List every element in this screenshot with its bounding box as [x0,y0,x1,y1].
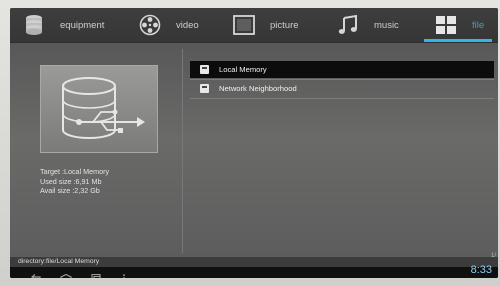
film-reel-icon [138,13,162,37]
recent-apps-icon[interactable] [90,269,102,278]
content-area: Target :Local Memory Used size :6,91 Mb … [10,43,498,257]
storage-thumbnail [40,65,158,153]
details-pane: Target :Local Memory Used size :6,91 Mb … [10,43,182,257]
home-icon[interactable] [60,269,72,278]
picture-frame-icon [232,13,256,37]
current-path: directory:file/Local Memory [18,258,100,265]
grid-icon [434,13,458,37]
tab-music[interactable]: music [336,8,399,42]
pane-divider [182,49,183,253]
path-bar: directory:file/Local Memory 1/ [10,253,498,267]
tab-video-label: video [176,19,199,31]
avail-size-text: Avail size :2,32 Gb [40,186,100,195]
app-screen: equipment video picture music file Targe… [10,8,498,278]
storage-info: Target :Local Memory Used size :6,91 Mb … [40,167,109,196]
storage-list: Local Memory Network Neighborhood [190,61,494,99]
list-item-label: Local Memory [219,65,267,74]
row-divider [190,98,494,99]
target-text: Target :Local Memory [40,167,110,176]
active-tab-indicator [424,39,493,42]
tab-file[interactable]: file [424,8,493,42]
tab-video[interactable]: video [138,8,199,42]
tab-equipment[interactable]: equipment [22,8,104,42]
list-item-label: Network Neighborhood [219,84,297,93]
tab-picture[interactable]: picture [232,8,299,42]
back-icon[interactable] [30,269,42,278]
system-nav-bar: 8:33 [10,264,498,278]
storage-icon [200,65,209,74]
menu-icon[interactable] [122,269,126,278]
database-icon [22,13,46,37]
music-note-icon [336,13,360,37]
tab-file-label: file [472,19,485,31]
tab-equipment-label: equipment [60,19,105,31]
network-icon [200,84,209,93]
system-clock: 8:33 [470,264,492,276]
list-item-local-memory[interactable]: Local Memory [190,61,494,78]
page-indicator: 1/ [490,253,496,259]
list-item-network-neighborhood[interactable]: Network Neighborhood [190,80,494,97]
usb-database-icon [62,77,145,139]
used-size-text: Used size :6,91 Mb [40,176,102,186]
tab-picture-label: picture [270,19,299,31]
tab-music-label: music [374,19,399,31]
tab-bar: equipment video picture music file [10,8,498,43]
